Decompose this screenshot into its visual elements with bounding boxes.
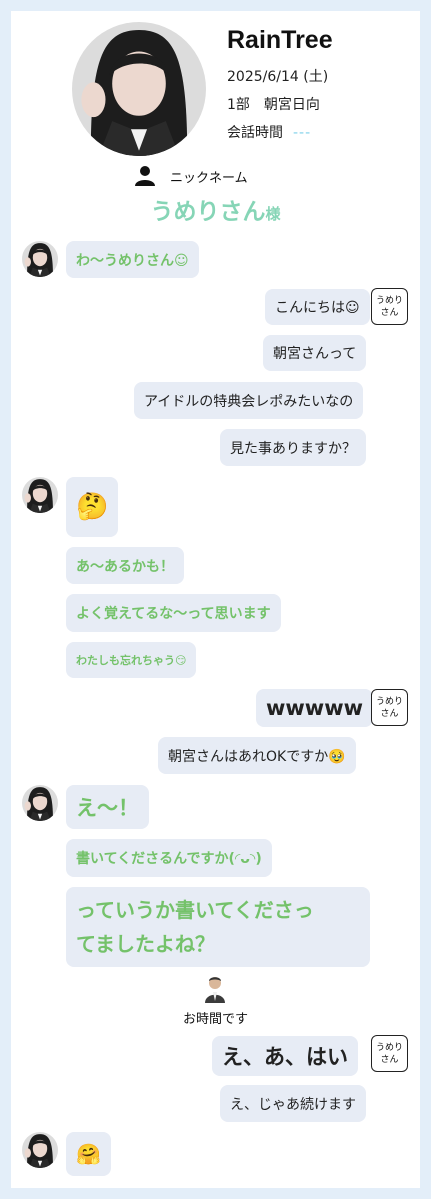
idol-mini-avatar <box>22 477 58 513</box>
idol-message: よく覚えてるな〜って思います <box>66 594 281 632</box>
idol-mini-avatar <box>22 241 58 277</box>
user-message: え、じゃあ続けます <box>220 1085 366 1122</box>
idol-mini-avatar <box>22 1132 58 1168</box>
idol-message: わ〜うめりさん☺ <box>66 241 199 278</box>
user-tag: うめり さん <box>371 689 408 726</box>
user-tag: うめり さん <box>371 1035 408 1072</box>
staff-icon <box>205 977 225 1003</box>
event-date: 2025/6/14 (土) <box>227 69 329 85</box>
idol-message: わたしも忘れちゃう😏 <box>66 642 197 678</box>
session-info: 1部 朝宮日向 <box>227 97 320 113</box>
idol-message: あ〜あるかも！ <box>66 547 184 584</box>
idol-message: 書いてくださるんですか(◜ᴗ◝) <box>66 839 272 877</box>
nickname-label: ニックネーム <box>170 170 248 186</box>
talk-time-value: --- <box>293 125 312 141</box>
idol-message: っていうか書いてくださっ てましたよね？ <box>66 887 370 967</box>
idol-name: RainTree <box>227 26 333 54</box>
idol-message: 🤔 <box>66 477 119 537</box>
user-message: 朝宮さんって <box>263 335 367 371</box>
idol-message: 🤗 <box>66 1132 111 1176</box>
nickname-suffix: 様 <box>265 205 281 223</box>
user-message: こんにちは☺ <box>265 289 370 325</box>
idol-message-line: っていうか書いてくださっ <box>76 898 314 922</box>
idol-mini-avatar <box>22 785 58 821</box>
talk-time: 会話時間 --- <box>227 122 311 142</box>
talk-time-label: 会話時間 <box>227 125 283 141</box>
idol-message-line: てましたよね？ <box>76 932 215 956</box>
staff-notice: お時間です <box>182 1012 248 1027</box>
user-message: wwwww <box>256 689 374 727</box>
user-tag: うめり さん <box>371 288 408 325</box>
idol-message: え〜！ <box>66 785 149 829</box>
nickname-value: うめりさん <box>150 199 266 225</box>
nickname-display: うめりさん様 <box>0 192 431 226</box>
idol-avatar <box>72 22 206 156</box>
user-message: 見た事ありますか？ <box>220 429 366 466</box>
user-message: アイドルの特典会レポみたいなの <box>134 382 364 419</box>
user-message: 朝宮さんはあれOKですか🥹 <box>158 737 356 774</box>
user-message: え、あ、はい <box>212 1036 358 1076</box>
person-icon <box>135 166 155 186</box>
nickname-row: ニックネーム <box>134 164 248 188</box>
